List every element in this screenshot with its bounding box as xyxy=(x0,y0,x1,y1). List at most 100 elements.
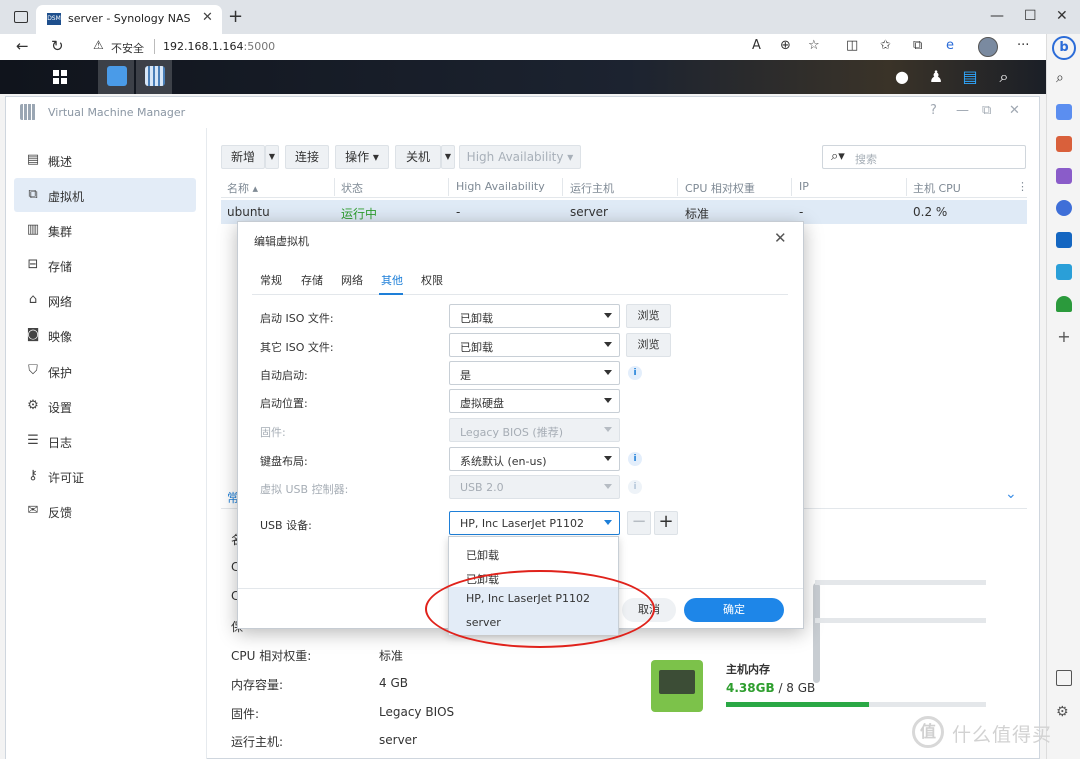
outlook-icon[interactable] xyxy=(1056,232,1072,248)
browse-boot-iso-button[interactable]: 浏览 xyxy=(626,304,671,328)
sidebar-item-overview[interactable]: ▤ 概述 xyxy=(14,143,196,177)
dropdown-option[interactable]: 已卸载 xyxy=(449,542,618,566)
minimize-window-icon[interactable]: — xyxy=(990,8,1004,24)
user-icon[interactable]: ♟ xyxy=(925,66,947,88)
column-status[interactable]: 状态 xyxy=(341,180,363,196)
widgets-icon[interactable]: ▤ xyxy=(959,66,981,88)
connect-button[interactable]: 连接 xyxy=(285,145,329,169)
close-dialog-icon[interactable]: ✕ xyxy=(774,229,787,247)
column-cpu-weight[interactable]: CPU 相对权重 xyxy=(685,180,755,196)
search-input[interactable]: ⌕▾ 搜索 xyxy=(822,145,1026,169)
column-host-cpu[interactable]: 主机 CPU xyxy=(913,180,961,196)
back-icon[interactable]: ← xyxy=(16,37,29,55)
tree-icon[interactable] xyxy=(1056,296,1072,312)
boot-iso-select[interactable]: 已卸载 xyxy=(449,304,620,328)
split-screen-icon[interactable]: ◫ xyxy=(846,38,858,53)
info-icon[interactable]: i xyxy=(628,366,642,380)
security-status[interactable]: 不安全 xyxy=(111,40,144,56)
shopping-icon[interactable] xyxy=(1056,104,1072,120)
ok-button[interactable]: 确定 xyxy=(684,598,784,622)
sidebar: ▤ 概述 ⧉ 虚拟机 ▥ 集群 ⊟ 存储 ⌂ 网络 ◙ 映像 ⛉ 保护 ⚙ 设置 xyxy=(6,128,206,759)
usb-device-select[interactable]: HP, Inc LaserJet P1102 xyxy=(449,511,620,535)
keyboard-layout-select[interactable]: 系统默认 (en-us) xyxy=(449,447,620,471)
browser-tab[interactable]: DSM server - Synology NAS ✕ xyxy=(36,5,222,34)
more-options-icon[interactable]: ··· xyxy=(1017,38,1029,53)
create-button[interactable]: 新增 xyxy=(221,145,265,169)
column-host[interactable]: 运行主机 xyxy=(570,180,614,196)
sidebar-item-protection[interactable]: ⛉ 保护 xyxy=(14,354,196,388)
action-button[interactable]: 操作 ▾ xyxy=(335,145,389,169)
column-name[interactable]: 名称 ▴ xyxy=(227,180,258,196)
column-menu-icon[interactable]: ⋮ xyxy=(1017,180,1028,193)
telegram-icon[interactable] xyxy=(1056,264,1072,280)
tools-icon[interactable] xyxy=(1056,136,1072,152)
shutdown-button[interactable]: 关机 xyxy=(395,145,441,169)
sidebar-item-log[interactable]: ☰ 日志 xyxy=(14,424,196,458)
read-aloud-icon[interactable]: A xyxy=(752,38,761,53)
create-dropdown-caret[interactable]: ▼ xyxy=(265,145,279,169)
column-ip[interactable]: IP xyxy=(799,180,809,193)
other-iso-select[interactable]: 已卸载 xyxy=(449,333,620,357)
select-value: Legacy BIOS (推荐) xyxy=(460,426,563,439)
sidebar-item-image[interactable]: ◙ 映像 xyxy=(14,318,196,352)
close-tab-icon[interactable]: ✕ xyxy=(202,10,213,25)
collections-icon[interactable]: ⧉ xyxy=(913,38,922,53)
sidebar-layout-icon[interactable] xyxy=(1056,670,1072,686)
games-icon[interactable] xyxy=(1056,168,1072,184)
restore-app-icon[interactable]: ⧉ xyxy=(982,103,991,118)
sidebar-item-cluster[interactable]: ▥ 集群 xyxy=(14,213,196,247)
detail-label: 固件: xyxy=(231,707,260,721)
remove-usb-button[interactable]: − xyxy=(627,511,651,535)
warning-icon[interactable]: ⚠ xyxy=(93,38,104,52)
refresh-icon[interactable]: ↻ xyxy=(51,37,64,55)
zoom-icon[interactable]: ⊕ xyxy=(780,38,791,53)
tab-permissions[interactable]: 权限 xyxy=(421,272,443,288)
image-icon: ◙ xyxy=(26,327,40,342)
maximize-window-icon[interactable]: ☐ xyxy=(1024,8,1037,24)
collapse-chevrons-icon[interactable]: ⌄ xyxy=(1005,486,1017,502)
sidebar-item-vm[interactable]: ⧉ 虚拟机 xyxy=(14,178,196,212)
close-app-icon[interactable]: ✕ xyxy=(1009,103,1020,118)
info-icon[interactable]: i xyxy=(628,452,642,466)
add-icon[interactable]: + xyxy=(1056,329,1072,346)
favorites-list-icon[interactable]: ✩ xyxy=(880,38,891,53)
taskbar-app-vmm[interactable] xyxy=(136,60,172,94)
tab-other[interactable]: 其他 xyxy=(381,272,403,288)
edge-extension-icon[interactable]: e xyxy=(946,38,954,53)
tab-network[interactable]: 网络 xyxy=(341,272,363,288)
help-icon[interactable]: ? xyxy=(930,103,937,118)
column-ha[interactable]: High Availability xyxy=(456,180,545,193)
memory-total: / 8 GB xyxy=(778,681,816,695)
detail-scrollbar[interactable] xyxy=(813,583,820,683)
taskbar-app-1[interactable] xyxy=(98,60,134,94)
usb-controller-select: USB 2.0 xyxy=(449,475,620,499)
new-tab-icon[interactable]: + xyxy=(228,6,243,27)
sidebar-item-network[interactable]: ⌂ 网络 xyxy=(14,283,196,317)
add-usb-button[interactable]: + xyxy=(654,511,678,535)
sidebar-item-feedback[interactable]: ✉ 反馈 xyxy=(14,494,196,528)
sidebar-item-settings[interactable]: ⚙ 设置 xyxy=(14,389,196,423)
office-icon[interactable] xyxy=(1056,200,1072,216)
browse-other-iso-button[interactable]: 浏览 xyxy=(626,333,671,357)
main-menu-button[interactable] xyxy=(42,60,78,94)
tab-general[interactable]: 常规 xyxy=(260,272,282,288)
bing-icon[interactable]: b xyxy=(1052,36,1076,60)
close-window-icon[interactable]: ✕ xyxy=(1056,8,1068,24)
chat-icon[interactable]: ● xyxy=(891,66,913,88)
shutdown-dropdown-caret[interactable]: ▼ xyxy=(441,145,455,169)
autostart-select[interactable]: 是 xyxy=(449,361,620,385)
select-value: HP, Inc LaserJet P1102 xyxy=(460,517,584,530)
url-field[interactable]: 192.168.1.164:5000 xyxy=(163,40,275,53)
sidebar-item-license[interactable]: ⚷ 许可证 xyxy=(14,459,196,493)
tab-storage[interactable]: 存储 xyxy=(301,272,323,288)
minimize-app-icon[interactable]: — xyxy=(956,103,969,118)
dsm-search-icon[interactable]: ⌕ xyxy=(993,66,1015,88)
search-icon[interactable]: ⌕ xyxy=(1056,70,1072,86)
high-availability-button[interactable]: High Availability ▾ xyxy=(459,145,581,169)
vm-ip: - xyxy=(799,205,804,219)
profile-avatar[interactable] xyxy=(978,37,998,57)
favorite-star-icon[interactable]: ☆ xyxy=(808,38,820,53)
tab-actions-icon[interactable] xyxy=(14,11,28,23)
sidebar-item-storage[interactable]: ⊟ 存储 xyxy=(14,248,196,282)
boot-location-select[interactable]: 虚拟硬盘 xyxy=(449,389,620,413)
